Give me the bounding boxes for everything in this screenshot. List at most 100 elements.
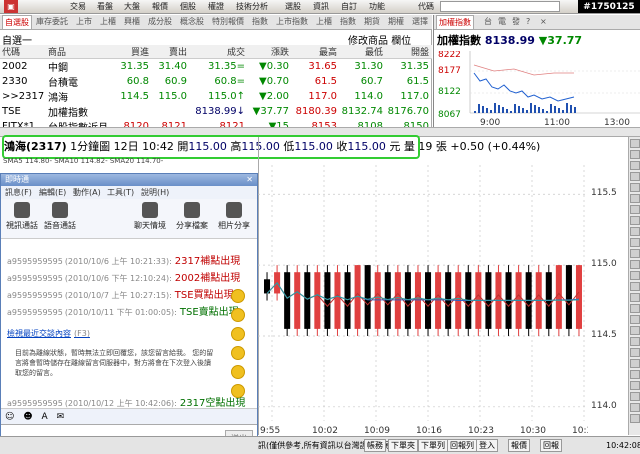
table-row[interactable]: 2330 台積電 60.8 60.9 60.8= ▼0.70 61.5 60.7 61.5 <box>0 74 432 89</box>
toolbar-item-warrant[interactable]: 權證 <box>208 0 224 13</box>
chat-menu-item[interactable]: 說明(H) <box>141 186 169 199</box>
chart-tool-icon[interactable] <box>630 282 640 291</box>
toolbar-item-function[interactable]: 功能 <box>369 0 385 13</box>
mini-tab-item[interactable]: 加權指數 <box>436 15 474 29</box>
tab-item[interactable]: 興櫃 <box>122 15 142 29</box>
column-header[interactable]: 最高 <box>292 45 340 59</box>
chart-tool-icon[interactable] <box>630 249 640 258</box>
tab-item[interactable]: 指數 <box>250 15 270 29</box>
chart-tool-icon[interactable] <box>630 403 640 412</box>
nudge-icon[interactable]: ✉ <box>57 412 65 422</box>
tab-item[interactable]: 上市指數 <box>274 15 310 29</box>
chat-action-4[interactable]: 相片分享 <box>213 202 255 231</box>
toolbar-item-code[interactable]: 代碼 <box>418 0 434 13</box>
mini-tab-item[interactable]: × <box>538 15 549 29</box>
column-header[interactable]: 漲跌 <box>248 45 292 59</box>
tab-item[interactable]: 上櫃 <box>98 15 118 29</box>
chart-tool-icon[interactable] <box>630 271 640 280</box>
chat-menu-item[interactable]: 編輯(E) <box>39 186 66 199</box>
status-button[interactable]: 登入 <box>476 439 498 452</box>
status-button[interactable]: 下單夾 <box>388 439 418 452</box>
mini-tab-item[interactable]: ? <box>524 15 532 29</box>
toolbar-item-trade[interactable]: 交易 <box>70 0 86 13</box>
chart-tool-icon[interactable] <box>630 381 640 390</box>
chart-tool-icon[interactable] <box>630 238 640 247</box>
chat-titlebar[interactable]: 即時通 ✕ <box>1 174 257 186</box>
table-row[interactable]: TSE 加權指數 8138.99↓ ▼37.77 8180.39 8132.74 8176.… <box>0 104 432 119</box>
toolbar-item-screener[interactable]: 選股 <box>285 0 301 13</box>
cool-icon[interactable] <box>231 346 245 360</box>
wink-icon[interactable]: ☻ <box>23 412 32 422</box>
chart-tool-icon[interactable] <box>630 260 640 269</box>
chart-tool-icon[interactable] <box>630 139 640 148</box>
chart-tool-icon[interactable] <box>630 150 640 159</box>
tab-item[interactable]: 概念股 <box>178 15 206 29</box>
hug-icon[interactable] <box>231 384 245 398</box>
column-header[interactable]: 最低 <box>340 45 386 59</box>
chart-tool-icon[interactable] <box>630 304 640 313</box>
chart-tool-icon[interactable] <box>630 172 640 181</box>
chart-tool-icon[interactable] <box>630 315 640 324</box>
chart-tool-icon[interactable] <box>630 348 640 357</box>
column-header[interactable]: 代碼 <box>0 45 46 59</box>
mini-tab-item[interactable]: 台 <box>482 15 494 29</box>
chat-action-0[interactable]: 視訊通話 <box>1 202 43 231</box>
font-icon[interactable]: A <box>42 412 48 422</box>
column-header[interactable]: 成交 <box>190 45 248 59</box>
chart-tool-icon[interactable] <box>630 337 640 346</box>
chart-tool-icon[interactable] <box>630 414 640 423</box>
chat-action-2[interactable]: 聊天情境 <box>129 202 171 231</box>
column-header[interactable]: 商品 <box>46 45 112 59</box>
column-header[interactable]: 開盤 <box>386 45 432 59</box>
sad-icon[interactable] <box>231 365 245 379</box>
chart-tool-icon[interactable] <box>630 183 640 192</box>
tab-item[interactable]: 成分股 <box>146 15 174 29</box>
toolbar-item-technical[interactable]: 技術分析 <box>236 0 268 13</box>
column-header[interactable]: 買進 <box>112 45 152 59</box>
tab-item[interactable]: 上市 <box>74 15 94 29</box>
table-row[interactable]: >>2317 鴻海 114.5 115.0 115.0↑ ▼2.00 117.0 114.0 1… <box>0 89 432 104</box>
column-header[interactable]: 賣出 <box>152 45 190 59</box>
table-row[interactable]: 2002 中鋼 31.35 31.40 31.35= ▼0.30 31.65 31.30 31.… <box>0 59 432 74</box>
toolbar-item-info[interactable]: 資訊 <box>313 0 329 13</box>
status-button[interactable]: 報價 <box>508 439 530 452</box>
status-button[interactable]: 回報 <box>540 439 562 452</box>
chat-action-3[interactable]: 分享檔案 <box>171 202 213 231</box>
chat-menu-item[interactable]: 訊息(F) <box>5 186 32 199</box>
smiley-icon[interactable] <box>231 289 245 303</box>
mini-tab-item[interactable]: 發 <box>510 15 522 29</box>
toolbar-item-custom[interactable]: 自訂 <box>341 0 357 13</box>
tab-item[interactable]: 自選股 <box>2 15 32 29</box>
chart-tool-icon[interactable] <box>630 227 640 236</box>
chat-menu-item[interactable]: 動作(A) <box>73 186 101 199</box>
tab-item[interactable]: 選擇權 <box>410 15 432 29</box>
chart-tool-icon[interactable] <box>630 293 640 302</box>
tab-item[interactable]: 期權 <box>386 15 406 29</box>
chart-tool-icon[interactable] <box>630 194 640 203</box>
chart-tool-icon[interactable] <box>630 370 640 379</box>
toolbar-item-quote[interactable]: 報價 <box>152 0 168 13</box>
toolbar-item-watch[interactable]: 看盤 <box>97 0 113 13</box>
chart-tool-icon[interactable] <box>630 205 640 214</box>
chart-tool-icon[interactable] <box>630 161 640 170</box>
tab-item[interactable]: 庫存委託 <box>34 15 70 29</box>
tab-item[interactable]: 特別報價 <box>210 15 246 29</box>
code-input[interactable] <box>440 1 560 12</box>
toolbar-item-market[interactable]: 大盤 <box>124 0 140 13</box>
history-link[interactable]: 檢視最近交談內容 (F3) <box>7 328 90 339</box>
status-button[interactable]: 回報列 <box>447 439 477 452</box>
smiley-icon[interactable]: ☺ <box>5 412 14 422</box>
tab-item[interactable]: 指數 <box>338 15 358 29</box>
wink-icon[interactable] <box>231 327 245 341</box>
grin-icon[interactable] <box>231 308 245 322</box>
close-icon[interactable]: ✕ <box>246 174 253 186</box>
mini-tab-item[interactable]: 電 <box>496 15 508 29</box>
chart-tool-icon[interactable] <box>630 216 640 225</box>
status-button[interactable]: 下單列 <box>418 439 448 452</box>
toolbar-item-stock[interactable]: 個股 <box>180 0 196 13</box>
chat-menu-item[interactable]: 工具(T) <box>107 186 134 199</box>
tab-item[interactable]: 上櫃 <box>314 15 334 29</box>
status-button[interactable]: 帳務 <box>364 439 386 452</box>
chart-tool-icon[interactable] <box>630 392 640 401</box>
chart-tool-icon[interactable] <box>630 326 640 335</box>
